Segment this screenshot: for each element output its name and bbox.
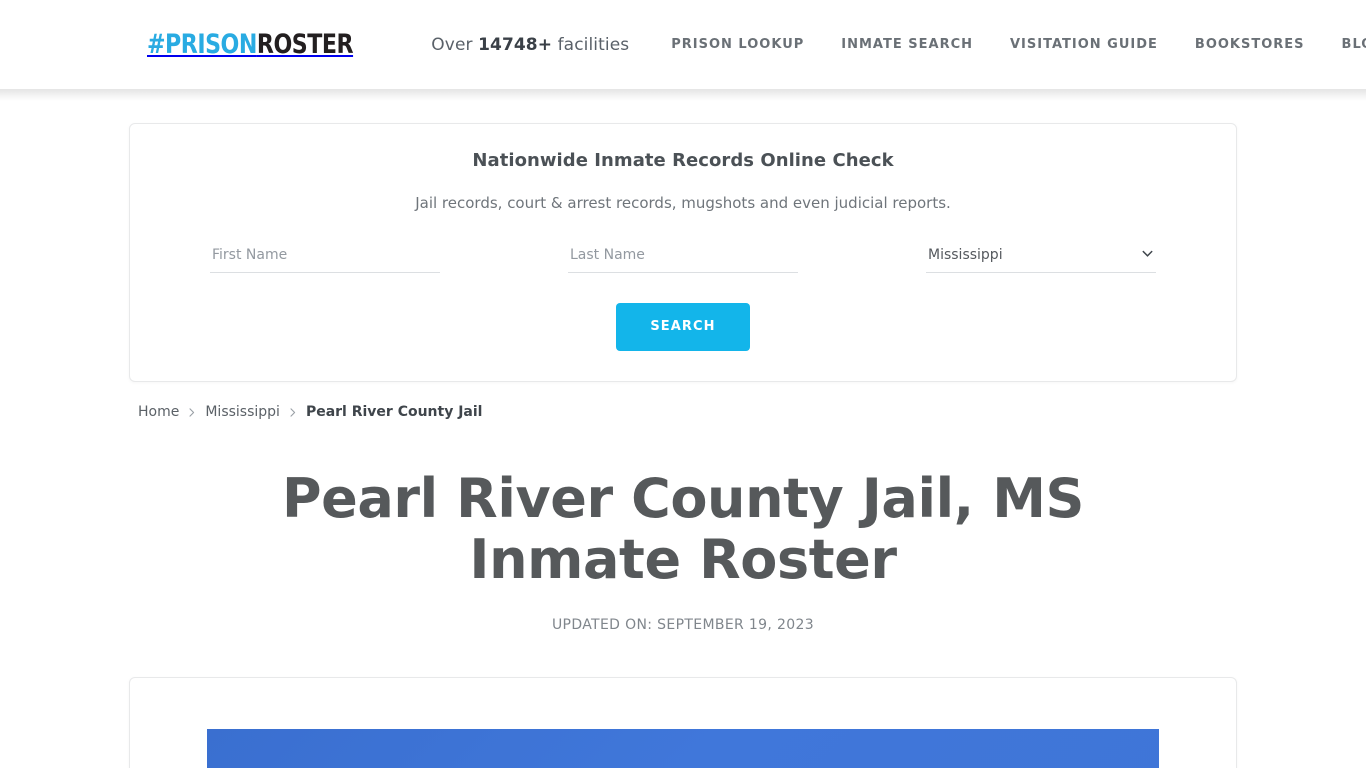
first-name-input[interactable] [210, 245, 440, 273]
search-button-row: SEARCH [158, 303, 1208, 351]
promo-banner[interactable] [207, 729, 1159, 768]
nav-blog[interactable]: BLOG [1342, 37, 1366, 52]
nav-prison-lookup[interactable]: PRISON LOOKUP [671, 37, 804, 52]
last-name-field [568, 244, 798, 273]
first-name-field [210, 244, 440, 273]
title-block: Pearl River County Jail, MS Inmate Roste… [129, 468, 1237, 633]
page-title: Pearl River County Jail, MS Inmate Roste… [281, 467, 1085, 591]
state-field: Mississippi [926, 244, 1156, 273]
logo-hash-text: #PRISON [147, 29, 257, 60]
search-card-title: Nationwide Inmate Records Online Check [472, 150, 894, 171]
updated-on-label: UPDATED ON: SEPTEMBER 19, 2023 [551, 617, 815, 633]
state-select[interactable]: Mississippi [926, 245, 1156, 273]
breadcrumb-chevron-icon-2 [289, 407, 297, 418]
nav-bookstores[interactable]: BOOKSTORES [1195, 37, 1305, 52]
breadcrumb: Home Mississippi Pearl River County Jail [129, 404, 1237, 420]
facility-count: Over 14748+ facilities [431, 35, 629, 55]
breadcrumb-item-home[interactable]: Home [138, 404, 179, 420]
page-container: Nationwide Inmate Records Online Check J… [129, 123, 1237, 768]
site-header: #PRISONROSTER Over 14748+ facilities PRI… [0, 0, 1366, 101]
search-form-row: Mississippi [158, 244, 1208, 273]
content-card [129, 677, 1237, 768]
main-navigation: PRISON LOOKUP INMATE SEARCH VISITATION G… [671, 37, 1366, 52]
nav-visitation-guide[interactable]: VISITATION GUIDE [1010, 37, 1158, 52]
breadcrumb-item-mississippi[interactable]: Mississippi [205, 404, 280, 420]
facility-count-number: 14748+ [478, 34, 553, 55]
breadcrumb-item-current: Pearl River County Jail [305, 404, 483, 420]
search-card-subtitle: Jail records, court & arrest records, mu… [415, 194, 951, 212]
inmate-search-card: Nationwide Inmate Records Online Check J… [129, 123, 1237, 382]
facility-count-suffix: facilities [552, 34, 630, 55]
logo-dark-text: ROSTER [256, 29, 354, 60]
search-button[interactable]: SEARCH [616, 303, 750, 351]
breadcrumb-chevron-icon [188, 407, 196, 418]
facility-count-prefix: Over [431, 34, 479, 55]
nav-inmate-search[interactable]: INMATE SEARCH [841, 37, 973, 52]
last-name-input[interactable] [568, 245, 798, 273]
page-body: Nationwide Inmate Records Online Check J… [0, 123, 1366, 768]
site-logo[interactable]: #PRISONROSTER [147, 29, 354, 60]
